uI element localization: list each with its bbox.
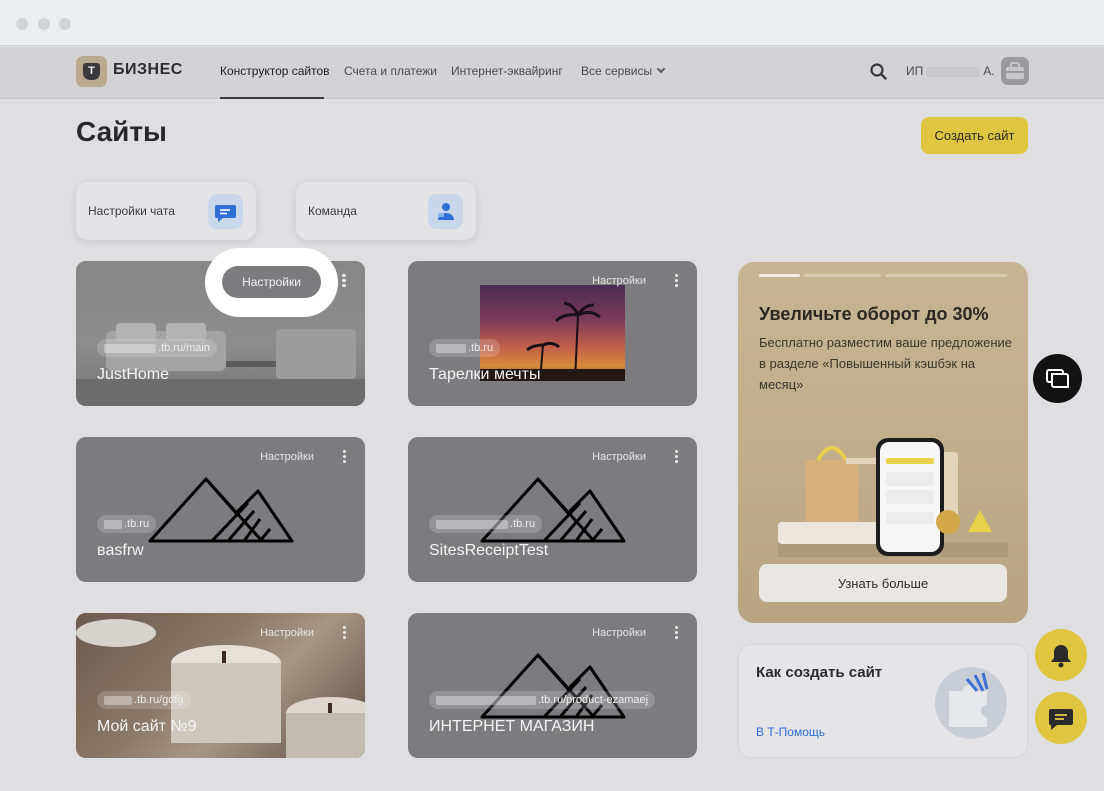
placeholder-mountains-icon [480,653,626,719]
site-settings-link[interactable]: Настройки [260,627,314,639]
carousel-indicator-active[interactable] [759,274,800,277]
site-name[interactable]: вasfrw [97,542,144,560]
team-icon [428,194,463,229]
nav-item-all-services[interactable]: Все сервисы [581,64,666,78]
user-name[interactable]: ИП А. [906,64,995,78]
site-url[interactable]: .tb.ru [97,515,157,533]
site-url[interactable]: .tb.ru [429,339,501,357]
floating-chat-button[interactable] [1033,354,1082,403]
search-icon[interactable] [870,63,887,80]
site-name[interactable]: JustHome [97,366,169,384]
chat-settings-icon [208,194,243,229]
support-chat-button[interactable] [1035,692,1087,744]
site-url[interactable]: .tb.ru/main [97,339,217,357]
chat-bubbles-icon [1046,369,1069,388]
more-menu-icon[interactable] [341,450,347,464]
how-to-create-site-card[interactable]: Как создать сайт В Т-Помощь [738,644,1028,758]
site-settings-link[interactable]: Настройки [592,275,646,287]
site-card-basfrw[interactable]: Настройки .tb.ru вasfrw [76,437,365,582]
notifications-button[interactable] [1035,629,1087,681]
carousel-indicator[interactable] [885,274,1007,277]
how-to-title: Как создать сайт [756,664,883,681]
placeholder-mountains-icon [148,477,294,543]
placeholder-mountains-icon [480,477,626,543]
site-name[interactable]: ИНТЕРНЕТ МАГАЗИН [429,718,594,736]
quick-action-label: Настройки чата [88,204,175,218]
bell-icon [1051,645,1071,668]
site-settings-link[interactable]: Настройки [592,627,646,639]
logo-text[interactable]: БИЗНЕС [113,61,183,79]
nav-item-all-services-label: Все сервисы [581,64,653,78]
carousel-indicator[interactable] [804,274,881,277]
chevron-down-icon [656,64,666,74]
site-settings-button-highlighted[interactable]: Настройки [222,266,321,298]
promo-description: Бесплатно разместим ваше предложение в р… [759,335,1012,392]
briefcase-icon [1006,62,1024,79]
site-preview-image [76,613,365,758]
logo[interactable]: Т [76,56,107,87]
window-minimize-dot[interactable] [38,18,50,30]
help-link[interactable]: В Т-Помощь [756,725,825,739]
nav-item-site-builder[interactable]: Конструктор сайтов [220,64,330,78]
page-title: Сайты [76,116,167,147]
user-name-redacted [926,66,981,77]
browser-titlebar [0,0,1104,46]
nav-item-acquiring[interactable]: Интернет-эквайринг [451,64,563,78]
more-menu-icon[interactable] [341,626,347,640]
site-settings-link[interactable]: Настройки [260,451,314,463]
puzzle-illustration [935,667,1007,739]
site-url[interactable]: .tb.ru/product-ezamaej [429,691,656,709]
site-settings-link[interactable]: Настройки [592,451,646,463]
user-name-prefix: ИП [906,64,924,78]
more-menu-icon[interactable] [673,450,679,464]
nav-item-accounts-payments[interactable]: Счета и платежи [344,64,437,78]
promo-banner[interactable]: Увеличьте оборот до 30% Бесплатно размес… [738,262,1028,623]
site-name[interactable]: Тарелки мечты [429,366,540,384]
more-menu-icon[interactable] [673,626,679,640]
site-url[interactable]: .tb.ru [429,515,543,533]
more-menu-icon[interactable] [673,274,679,288]
cashback-phone-illustration [778,438,1008,557]
user-name-suffix: А. [983,64,995,78]
site-name[interactable]: SitesReceiptTest [429,542,548,560]
window-close-dot[interactable] [16,18,28,30]
quick-action-chat-settings[interactable]: Настройки чата [76,182,256,240]
quick-action-team[interactable]: Команда [296,182,476,240]
avatar[interactable] [1001,57,1029,85]
active-tab-indicator [220,97,324,99]
site-card-tarelki[interactable]: Настройки .tb.ru Тарелки мечты [408,261,697,406]
site-card-internet-magazin[interactable]: Настройки .tb.ru/product-ezamaej ИНТЕРНЕ… [408,613,697,758]
quick-action-label: Команда [308,204,357,218]
site-card-moi-sait-9[interactable]: Настройки .tb.ru/gdfg Мой сайт №9 [76,613,365,758]
message-icon [1049,709,1073,730]
site-card-sitesreceipttest[interactable]: Настройки .tb.ru SitesReceiptTest [408,437,697,582]
promo-title: Увеличьте оборот до 30% [759,304,989,324]
more-menu-icon[interactable] [340,274,346,288]
create-site-button[interactable]: Создать сайт [921,117,1028,154]
logo-letter: Т [83,63,100,80]
learn-more-button[interactable]: Узнать больше [759,564,1007,602]
site-url[interactable]: .tb.ru/gdfg [97,691,191,709]
site-name[interactable]: Мой сайт №9 [97,718,196,736]
window-maximize-dot[interactable] [59,18,71,30]
